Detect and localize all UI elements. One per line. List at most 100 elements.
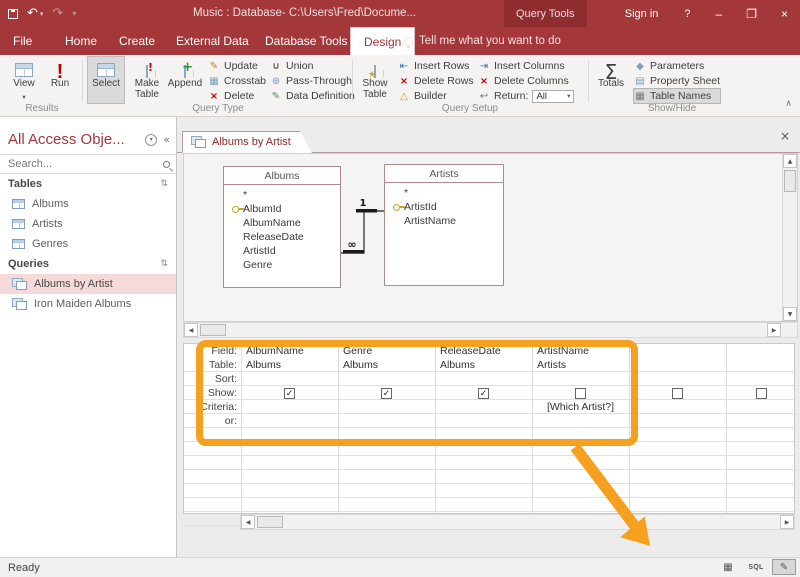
field-row[interactable]: ArtistId bbox=[232, 244, 334, 258]
nav-item-iron-maiden-albums[interactable]: Iron Maiden Albums bbox=[0, 294, 176, 314]
collapse-ribbon-icon[interactable]: ∧ bbox=[785, 99, 792, 109]
main-area: All Access Obje... ▾ « Tables ⇅ Albums A… bbox=[0, 117, 800, 557]
shutter-bar-icon[interactable]: « bbox=[163, 133, 170, 146]
sql-view-button[interactable]: SQL bbox=[744, 559, 768, 575]
nav-item-albums-by-artist[interactable]: Albums by Artist bbox=[0, 274, 176, 294]
field-row[interactable]: * bbox=[393, 186, 497, 200]
show-checkbox[interactable] bbox=[478, 388, 489, 399]
tab-database-tools[interactable]: Database Tools bbox=[252, 27, 361, 55]
view-button[interactable]: View ▾ bbox=[8, 57, 40, 103]
grid-table-cell[interactable]: Artists bbox=[533, 358, 628, 372]
data-definition-button[interactable]: ✎Data Definition bbox=[270, 89, 355, 103]
close-document-icon[interactable]: × bbox=[780, 129, 790, 143]
field-row[interactable]: Genre bbox=[232, 258, 334, 272]
nav-menu-icon[interactable]: ▾ bbox=[145, 134, 157, 146]
close-button[interactable]: × bbox=[769, 0, 800, 27]
undo-button[interactable]: ↶ ▾ bbox=[27, 7, 43, 20]
grid-table-cell[interactable]: Albums bbox=[436, 358, 531, 372]
select-icon bbox=[97, 63, 115, 77]
field-row[interactable]: AlbumId bbox=[232, 202, 334, 216]
field-row[interactable]: * bbox=[232, 188, 334, 202]
field-row[interactable]: ArtistName bbox=[393, 214, 497, 228]
document-tab-albums-by-artist[interactable]: Albums by Artist bbox=[182, 131, 312, 153]
grid-field-cell[interactable]: ArtistName bbox=[533, 344, 628, 358]
crosstab-button[interactable]: ▦Crosstab bbox=[208, 74, 266, 88]
grid-field-cell[interactable]: AlbumName bbox=[242, 344, 337, 358]
pass-through-button[interactable]: ⊕Pass-Through bbox=[270, 74, 355, 88]
parameters-button[interactable]: ◆Parameters bbox=[634, 59, 720, 73]
search-input[interactable] bbox=[8, 158, 159, 170]
queries-section-header[interactable]: Queries ⇅ bbox=[0, 254, 176, 274]
field-list-albums[interactable]: Albums * AlbumId AlbumName ReleaseDate A… bbox=[223, 166, 341, 288]
minimize-button[interactable]: – bbox=[704, 0, 735, 27]
tab-create[interactable]: Create bbox=[106, 27, 168, 55]
return-icon: ↩ bbox=[478, 91, 490, 102]
field-list-artists[interactable]: Artists * ArtistId ArtistName bbox=[384, 164, 504, 286]
builder-button[interactable]: △Builder bbox=[398, 89, 474, 103]
delete-rows-button[interactable]: ×Delete Rows bbox=[398, 74, 474, 88]
diagram-horizontal-scrollbar[interactable]: ◀ ▶ bbox=[183, 322, 798, 338]
grid-table-cell[interactable]: Albums bbox=[242, 358, 337, 372]
scroll-right-icon[interactable]: ▶ bbox=[767, 323, 781, 337]
show-table-button[interactable]: ★ Show Table bbox=[356, 57, 394, 103]
run-button[interactable]: ! Run bbox=[46, 57, 74, 103]
nav-item-albums[interactable]: Albums bbox=[0, 194, 176, 214]
table-names-button[interactable]: ▦Table Names bbox=[634, 89, 720, 103]
save-icon[interactable] bbox=[8, 9, 18, 19]
delete-columns-button[interactable]: ×Delete Columns bbox=[478, 74, 574, 88]
scroll-left-icon[interactable]: ◀ bbox=[241, 515, 255, 529]
show-checkbox[interactable] bbox=[672, 388, 683, 399]
datasheet-view-button[interactable]: ▦ bbox=[716, 559, 740, 575]
nav-item-artists[interactable]: Artists bbox=[0, 214, 176, 234]
primary-key-icon bbox=[232, 206, 239, 213]
design-view-button[interactable]: ✎ bbox=[772, 559, 796, 575]
grid-row-label-table: Table: bbox=[184, 358, 237, 372]
redo-icon[interactable]: ↷ bbox=[52, 6, 63, 21]
nav-item-genres[interactable]: Genres bbox=[0, 234, 176, 254]
scroll-up-icon[interactable]: ▲ bbox=[783, 154, 797, 168]
grid-horizontal-scrollbar[interactable]: ◀ ▶ bbox=[240, 514, 795, 530]
tab-external-data[interactable]: External Data bbox=[163, 27, 262, 55]
field-row[interactable]: ArtistId bbox=[393, 200, 497, 214]
tell-me-box[interactable]: Tell me what you want to do bbox=[404, 27, 561, 55]
field-row[interactable]: ReleaseDate bbox=[232, 230, 334, 244]
builder-icon: △ bbox=[398, 91, 410, 102]
show-checkbox[interactable] bbox=[575, 388, 586, 399]
criteria-cell[interactable]: [Which Artist?] bbox=[533, 400, 628, 414]
field-list-title: Albums bbox=[224, 167, 340, 185]
grid-field-cell[interactable]: Genre bbox=[339, 344, 434, 358]
return-select[interactable]: All ▾ bbox=[532, 90, 574, 103]
property-sheet-button[interactable]: ▤Property Sheet bbox=[634, 74, 720, 88]
union-button[interactable]: ∪Union bbox=[270, 59, 355, 73]
lightbulb-icon bbox=[404, 37, 413, 46]
insert-columns-button[interactable]: ⇥Insert Columns bbox=[478, 59, 574, 73]
show-checkbox[interactable] bbox=[284, 388, 295, 399]
select-query-button[interactable]: Select bbox=[88, 57, 124, 103]
insert-rows-button[interactable]: ⇤Insert Rows bbox=[398, 59, 474, 73]
make-table-button[interactable]: ! Make Table bbox=[128, 57, 166, 103]
scroll-down-icon[interactable]: ▼ bbox=[783, 307, 797, 321]
diagram-vertical-scrollbar[interactable]: ▲ ▼ bbox=[782, 154, 797, 321]
show-checkbox[interactable] bbox=[756, 388, 767, 399]
nav-search-box[interactable] bbox=[0, 154, 176, 174]
restore-button[interactable]: ❐ bbox=[734, 0, 769, 27]
query-design-grid[interactable]: Field: Table: Sort: Show: Criteria: or: … bbox=[183, 343, 795, 514]
update-button[interactable]: ✎Update bbox=[208, 59, 266, 73]
totals-button[interactable]: Σ Totals bbox=[594, 57, 628, 103]
tables-section-header[interactable]: Tables ⇅ bbox=[0, 174, 176, 194]
scroll-right-icon[interactable]: ▶ bbox=[780, 515, 794, 529]
grid-table-cell[interactable]: Albums bbox=[339, 358, 434, 372]
grid-field-cell[interactable]: ReleaseDate bbox=[436, 344, 531, 358]
document-area: Albums by Artist × Albums * AlbumId Albu… bbox=[177, 117, 800, 557]
show-checkbox[interactable] bbox=[381, 388, 392, 399]
tab-home[interactable]: Home bbox=[52, 27, 110, 55]
scroll-left-icon[interactable]: ◀ bbox=[184, 323, 198, 337]
help-button[interactable]: ? bbox=[671, 0, 703, 27]
delete-button[interactable]: ×Delete bbox=[208, 89, 266, 103]
sign-in-button[interactable]: Sign in bbox=[612, 0, 672, 27]
field-row[interactable]: AlbumName bbox=[232, 216, 334, 230]
join-many-label: ∞ bbox=[347, 238, 356, 251]
append-button[interactable]: + Append bbox=[168, 57, 202, 103]
qat-customize-icon[interactable]: ▾ bbox=[72, 9, 76, 18]
tab-file[interactable]: File bbox=[0, 27, 45, 55]
